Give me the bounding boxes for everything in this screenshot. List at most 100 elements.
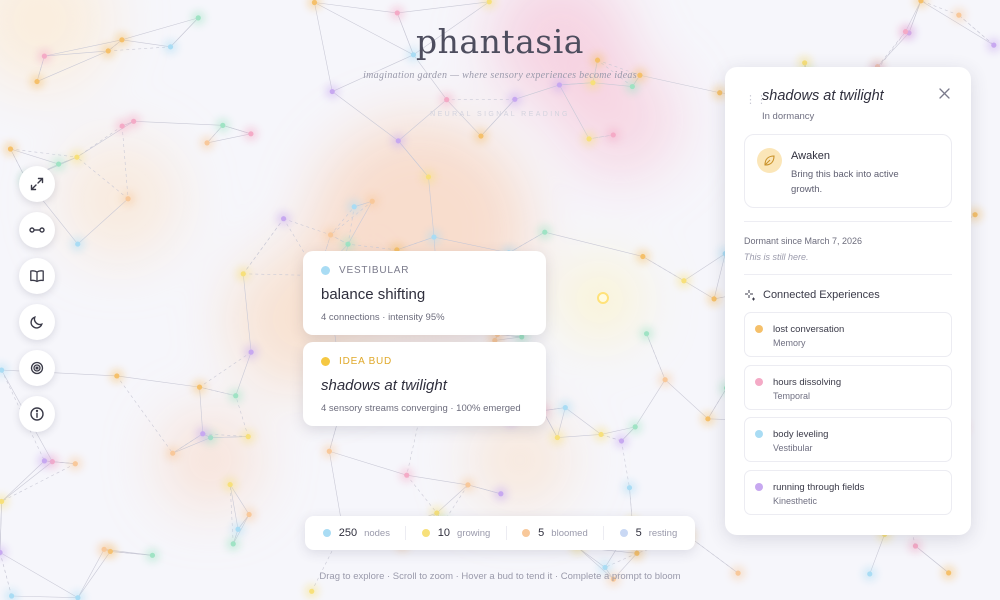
connection-item[interactable]: running through fields Kinesthetic [744,469,952,515]
network-node[interactable] [542,229,548,235]
network-node[interactable] [227,481,233,488]
glow-blob [160,410,260,510]
connection-item[interactable]: hours dissolving Temporal [744,364,952,410]
network-node[interactable] [972,212,978,218]
category-label: VESTIBULAR [339,265,410,276]
idea-bud-card[interactable]: IDEA BUD shadows at twilight 4 sensory s… [303,342,546,426]
network-node[interactable] [220,122,226,128]
awaken-button[interactable]: Awaken Bring this back into active growt… [744,134,952,208]
network-node[interactable] [434,510,440,516]
network-node[interactable] [114,373,120,379]
network-node[interactable] [912,543,919,549]
network-node[interactable] [196,384,203,390]
network-node[interactable] [465,482,471,488]
network-node[interactable] [245,433,251,440]
stat-bloomed: 5 bloomed [522,527,588,539]
network-node[interactable] [626,485,633,491]
network-node[interactable] [125,196,131,202]
network-node[interactable] [195,15,201,21]
network-node[interactable] [119,123,125,129]
network-node[interactable] [404,472,410,478]
card-title: shadows at twilight [321,377,447,394]
network-node[interactable] [705,416,711,422]
network-node[interactable] [240,271,246,277]
network-node[interactable] [632,424,638,430]
network-node[interactable] [369,198,375,204]
focus-button[interactable] [19,350,55,386]
network-node[interactable] [327,232,334,238]
network-node[interactable] [248,131,254,137]
stat-divider [405,526,407,540]
network-edge [1,463,76,502]
network-node[interactable] [9,593,15,599]
network-node[interactable] [326,448,332,454]
expand-button[interactable] [19,166,55,202]
info-button[interactable] [19,396,55,432]
network-node[interactable] [602,564,608,571]
network-node[interactable] [345,241,351,247]
left-toolbar [19,166,55,442]
network-node[interactable] [280,216,287,222]
connection-name: running through fields [773,481,865,493]
network-node[interactable] [74,154,80,160]
network-node[interactable] [634,550,640,556]
network-node[interactable] [41,458,48,464]
network-node[interactable] [956,12,962,18]
network-node[interactable] [7,146,14,152]
network-node[interactable] [72,461,78,467]
network-node[interactable] [395,138,401,144]
stat-dot [619,529,628,537]
network-node[interactable] [681,278,687,284]
expand-icon [30,177,44,191]
network-node[interactable] [431,234,437,240]
network-node[interactable] [248,349,254,355]
bloomed-node[interactable] [597,292,609,304]
network-node[interactable] [610,132,616,138]
network-node[interactable] [149,552,156,558]
night-mode-button[interactable] [19,304,55,340]
network-node[interactable] [643,331,650,337]
app-title: phantasia [416,22,584,61]
network-node[interactable] [498,491,504,497]
network-node[interactable] [351,204,357,210]
network-node[interactable] [640,253,646,260]
network-node[interactable] [101,546,107,552]
stat-growing: 10 growing [421,527,490,539]
network-node[interactable] [170,450,176,456]
stats-bar: 250 nodes 10 growing 5 bloomed 5 resting [305,516,695,550]
book-icon [30,270,44,283]
network-edge [329,450,407,476]
network-node[interactable] [519,334,525,340]
network-node[interactable] [662,377,668,383]
network-node[interactable] [478,133,484,139]
network-node[interactable] [562,405,568,411]
network-node[interactable] [230,541,236,547]
network-node[interactable] [554,434,560,441]
node-hover-card: VESTIBULAR balance shifting 4 connection… [303,251,546,335]
network-node[interactable] [425,174,432,180]
network-node[interactable] [204,140,210,146]
network-node[interactable] [394,10,400,16]
network-node[interactable] [309,588,315,594]
network-edge [683,253,726,281]
network-node[interactable] [75,241,81,247]
awaken-description: Bring this back into active growth. [791,169,899,195]
dormant-since: Dormant since March 7, 2026 [744,236,863,246]
connection-item[interactable]: body leveling Vestibular [744,417,952,462]
network-node[interactable] [598,431,604,438]
network-node[interactable] [246,511,252,518]
network-node[interactable] [131,118,137,124]
journal-button[interactable] [19,258,55,294]
network-node[interactable] [56,161,62,167]
network-node[interactable] [586,136,592,142]
connect-button[interactable] [19,212,55,248]
network-edge [406,474,468,486]
connection-item[interactable]: lost conversation Memory [744,312,952,357]
network-node[interactable] [618,438,625,444]
network-node[interactable] [235,526,241,532]
network-node[interactable] [711,296,717,302]
network-node[interactable] [311,0,318,6]
close-button[interactable] [935,84,953,102]
network-node[interactable] [200,431,206,437]
network-node[interactable] [233,393,239,399]
